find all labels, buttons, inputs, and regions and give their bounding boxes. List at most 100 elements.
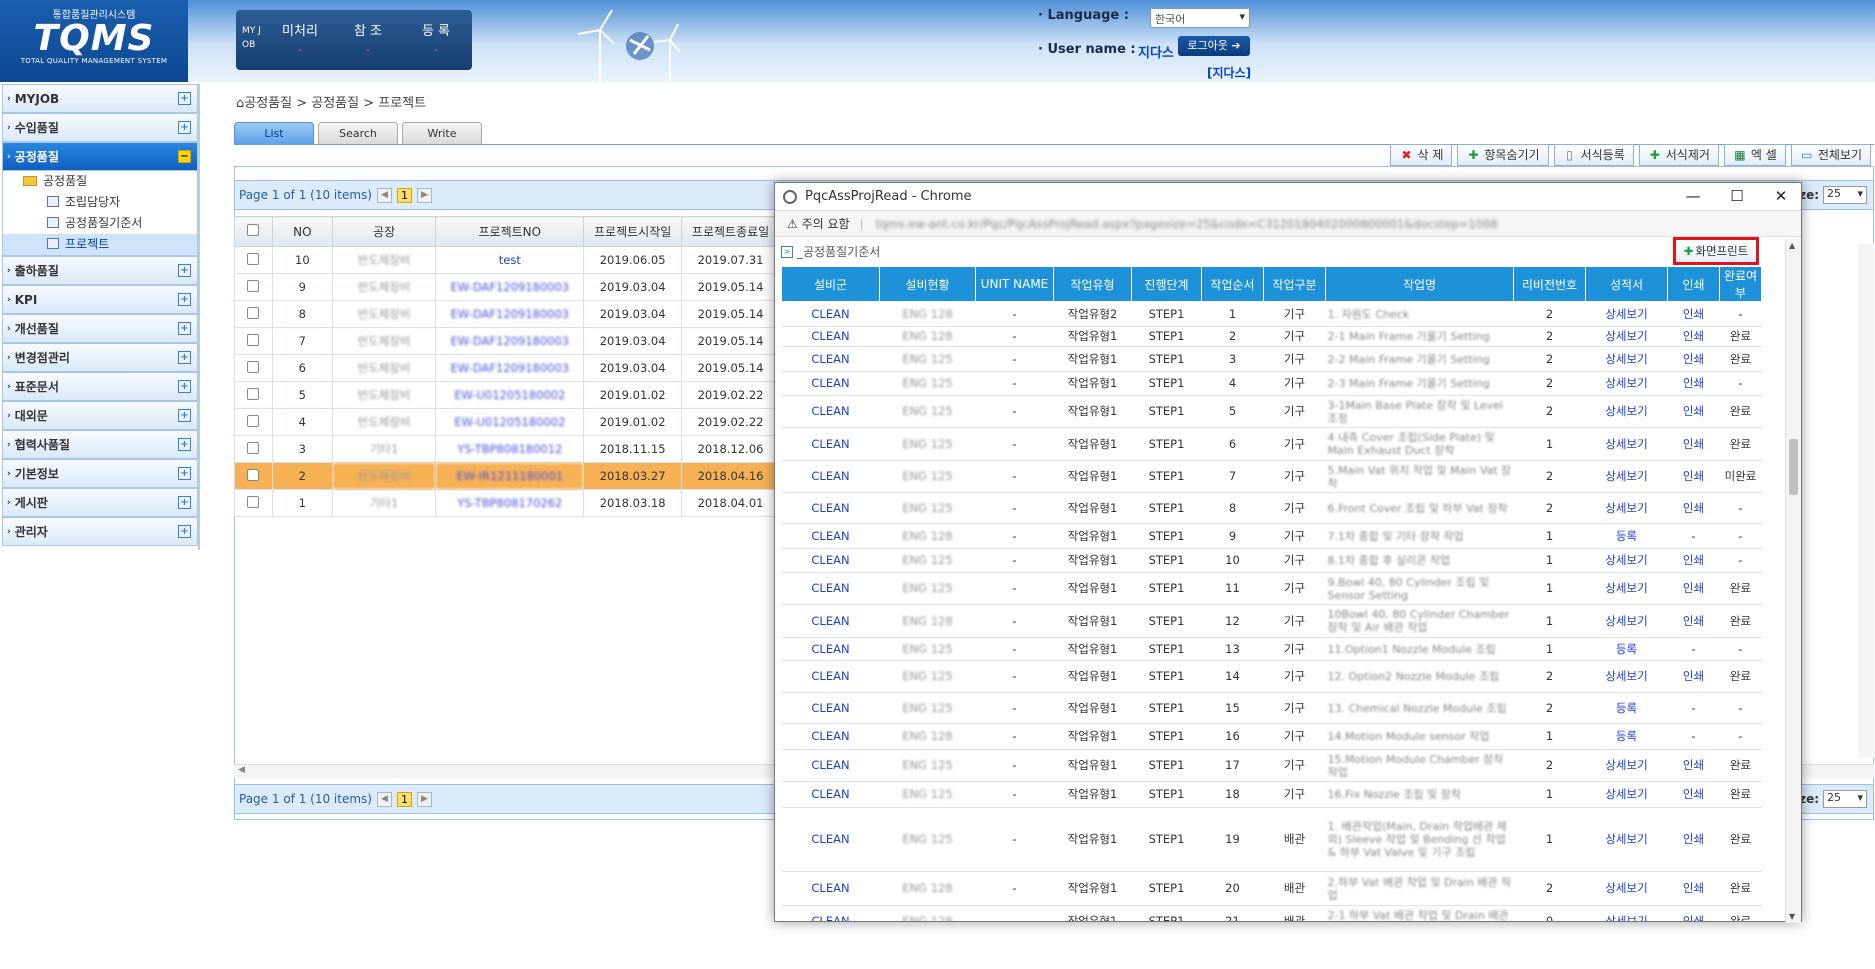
tab-search[interactable]: Search: [318, 122, 398, 144]
cell-report[interactable]: 등록: [1585, 523, 1668, 549]
col-header-6[interactable]: 작업구분: [1263, 266, 1326, 302]
sidebar-subitem-1[interactable]: 공정품질기준서: [3, 213, 197, 234]
row-checkbox[interactable]: [247, 306, 260, 319]
row-project-no[interactable]: EW-DAF1209180003: [435, 327, 585, 355]
sidebar-menu-12[interactable]: › 관리자 +: [2, 517, 198, 546]
row-checkbox[interactable]: [247, 441, 260, 454]
cell-report[interactable]: 상세보기: [1585, 460, 1668, 493]
cell-equipment-group[interactable]: CLEAN: [781, 326, 880, 347]
cell-report[interactable]: 등록: [1585, 723, 1668, 750]
cell-report[interactable]: 상세보기: [1585, 395, 1668, 428]
cell-report[interactable]: 상세보기: [1585, 871, 1668, 906]
col-no[interactable]: NO: [271, 216, 333, 247]
popup-titlebar[interactable]: PqcAssProjRead - Chrome — ☐ ✕: [775, 183, 1801, 211]
cell-equipment-group[interactable]: CLEAN: [781, 523, 880, 549]
select-all-checkbox[interactable]: [247, 224, 260, 236]
col-header-4[interactable]: 진행단계: [1131, 266, 1202, 302]
next-page-button[interactable]: ▶: [416, 791, 432, 807]
table-row[interactable]: 9 반도체장비 EW-DAF1209180003 2019.03.04 2019.05.…: [234, 273, 780, 301]
row-checkbox[interactable]: [247, 495, 260, 508]
cell-print[interactable]: 인쇄: [1667, 905, 1720, 921]
row-checkbox-cell[interactable]: [234, 354, 273, 382]
cell-equipment-group[interactable]: CLEAN: [781, 905, 880, 921]
cell-print[interactable]: 인쇄: [1667, 492, 1720, 524]
expand-icon[interactable]: +: [178, 438, 191, 451]
grid-vertical-scrollbar[interactable]: [1858, 244, 1874, 758]
row-project-no[interactable]: EW-DAF1209180003: [435, 354, 585, 382]
remove-form-button[interactable]: ✚ 서식제거: [1638, 144, 1719, 166]
cell-print[interactable]: 인쇄: [1667, 781, 1720, 808]
row-checkbox-cell[interactable]: [234, 327, 273, 355]
hide-items-button[interactable]: ✚ 항목숨기기: [1457, 144, 1549, 166]
col-header-5[interactable]: 작업순서: [1201, 266, 1264, 302]
col-start[interactable]: 프로젝트시작일: [583, 216, 683, 247]
cell-print[interactable]: 인쇄: [1667, 460, 1720, 493]
cell-print[interactable]: 인쇄: [1667, 427, 1720, 461]
row-checkbox-cell[interactable]: [234, 435, 273, 463]
expand-icon[interactable]: +: [178, 525, 191, 538]
cell-equipment-group[interactable]: CLEAN: [781, 807, 880, 872]
row-checkbox-cell[interactable]: [234, 381, 273, 409]
table-row[interactable]: 6 반도체장비 EW-DAF1209180003 2019.03.04 2019.05.…: [234, 354, 780, 382]
table-row[interactable]: 3 기타1 YS-TBP808180012 2018.11.15 2018.12.06: [234, 435, 780, 463]
page-size-select[interactable]: 25: [1823, 790, 1867, 808]
cell-equipment-group[interactable]: CLEAN: [781, 660, 880, 693]
row-project-no[interactable]: EW-U01205180002: [435, 381, 585, 409]
select-all-header[interactable]: [234, 216, 273, 247]
sidebar-subitem-0[interactable]: 조립담당자: [3, 192, 197, 213]
cell-equipment-group[interactable]: CLEAN: [781, 427, 880, 461]
cell-print[interactable]: 인쇄: [1667, 807, 1720, 872]
row-project-no[interactable]: EW-DAF1209180003: [435, 300, 585, 328]
cell-report[interactable]: 상세보기: [1585, 427, 1668, 461]
cell-report[interactable]: 상세보기: [1585, 492, 1668, 524]
cell-report[interactable]: 등록: [1585, 637, 1668, 661]
screen-print-button[interactable]: ✚ 화면프린트: [1673, 237, 1759, 265]
sidebar-menu-5[interactable]: › 개선품질 +: [2, 314, 198, 343]
cell-print[interactable]: 인쇄: [1667, 301, 1720, 327]
col-plant[interactable]: 공장: [331, 216, 437, 247]
cell-equipment-group[interactable]: CLEAN: [781, 572, 880, 605]
popup-url[interactable]: tqms.ew-ant.co.kr/Pqc/PqcAssProjRead.asp…: [876, 217, 1498, 231]
cell-equipment-group[interactable]: CLEAN: [781, 637, 880, 661]
cell-report[interactable]: 상세보기: [1585, 660, 1668, 693]
sidebar-menu-4[interactable]: › KPI +: [2, 285, 198, 314]
myjob-col[interactable]: 참 조 -: [334, 20, 402, 56]
row-checkbox-cell[interactable]: [234, 246, 273, 274]
prev-page-button[interactable]: ◀: [376, 187, 392, 203]
row-checkbox[interactable]: [247, 360, 260, 373]
cell-report[interactable]: 상세보기: [1585, 371, 1668, 396]
cell-equipment-group[interactable]: CLEAN: [781, 492, 880, 524]
expand-icon[interactable]: +: [178, 496, 191, 509]
sidebar-menu-11[interactable]: › 게시판 +: [2, 488, 198, 517]
cell-print[interactable]: 인쇄: [1667, 346, 1720, 372]
sidebar-subitem-2[interactable]: 프로젝트: [3, 234, 197, 255]
sidebar-folder[interactable]: 공정품질: [3, 171, 197, 192]
cell-report[interactable]: 상세보기: [1585, 604, 1668, 638]
security-warning[interactable]: ⚠ 주의 요함: [787, 215, 850, 232]
cell-report[interactable]: 상세보기: [1585, 572, 1668, 605]
excel-button[interactable]: ▦ 엑 셀: [1723, 144, 1786, 166]
cell-equipment-group[interactable]: CLEAN: [781, 371, 880, 396]
table-row[interactable]: 8 반도체장비 EW-DAF1209180003 2019.03.04 2019.05.…: [234, 300, 780, 328]
sidebar-menu-7[interactable]: › 표준문서 +: [2, 372, 198, 401]
prev-page-button[interactable]: ◀: [376, 791, 392, 807]
sidebar-menu-3[interactable]: › 출하품질 +: [2, 256, 198, 285]
cell-equipment-group[interactable]: CLEAN: [781, 692, 880, 724]
expand-icon[interactable]: +: [178, 264, 191, 277]
scroll-down-icon[interactable]: ▼: [1789, 912, 1795, 921]
register-form-button[interactable]: ▯ 서식등록: [1553, 144, 1634, 166]
delete-button[interactable]: ✖ 삭 제: [1390, 144, 1453, 166]
table-row[interactable]: 5 반도체장비 EW-U01205180002 2019.01.02 2019.02.2…: [234, 381, 780, 409]
table-row[interactable]: 2 반도체장비 EW-IR1211180001 2018.03.27 2018.04.1…: [234, 462, 780, 490]
cell-print[interactable]: 인쇄: [1667, 395, 1720, 428]
col-header-10[interactable]: 인쇄: [1667, 266, 1720, 302]
sidebar-menu-1[interactable]: › 수입품질 +: [2, 113, 198, 142]
expand-icon[interactable]: +: [178, 409, 191, 422]
tab-list[interactable]: List: [234, 122, 314, 144]
sidebar-menu-8[interactable]: › 대외문 +: [2, 401, 198, 430]
col-header-8[interactable]: 리비전번호: [1513, 266, 1586, 302]
cell-equipment-group[interactable]: CLEAN: [781, 395, 880, 428]
tab-write[interactable]: Write: [402, 122, 482, 144]
col-header-7[interactable]: 작업명: [1325, 266, 1514, 302]
cell-report[interactable]: 상세보기: [1585, 346, 1668, 372]
